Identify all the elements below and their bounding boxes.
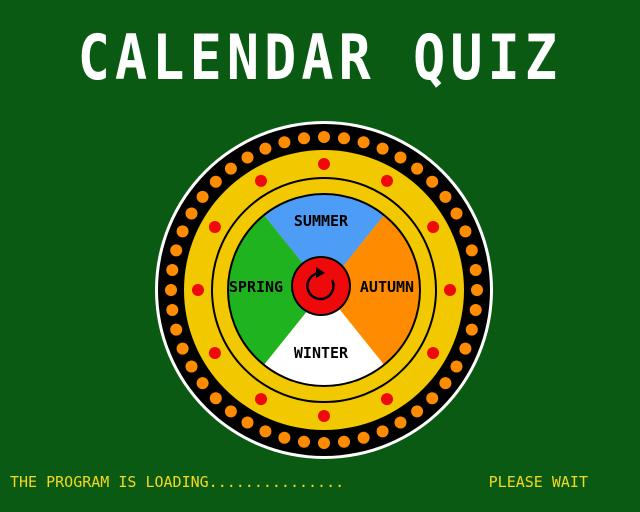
- red-dot: [318, 410, 330, 422]
- orange-bead: [241, 151, 254, 164]
- orange-bead: [196, 377, 209, 390]
- orange-bead: [411, 405, 424, 418]
- season-wheel: SUMMER AUTUMN WINTER SPRING: [155, 121, 493, 459]
- orange-bead: [394, 416, 407, 429]
- orange-bead: [426, 392, 439, 405]
- orange-bead: [170, 244, 183, 257]
- red-dot: [255, 393, 267, 406]
- orange-bead: [318, 131, 330, 143]
- orange-bead: [176, 342, 189, 355]
- orange-bead: [465, 244, 478, 257]
- orange-bead: [450, 360, 463, 373]
- orange-bead: [426, 175, 439, 188]
- label-winter: WINTER: [294, 344, 349, 362]
- orange-bead: [338, 132, 350, 145]
- orange-bead: [318, 437, 330, 449]
- orange-bead: [357, 136, 370, 149]
- orange-bead: [185, 360, 198, 373]
- orange-bead: [166, 264, 179, 276]
- orange-bead: [166, 304, 179, 316]
- orange-bead: [394, 151, 407, 164]
- red-dot: [427, 221, 440, 233]
- orange-bead: [259, 142, 272, 155]
- loading-status: THE PROGRAM IS LOADING...............: [10, 473, 345, 491]
- orange-bead: [241, 416, 254, 429]
- orange-bead: [469, 304, 482, 316]
- spin-button[interactable]: [291, 256, 351, 316]
- please-wait-message: PLEASE WAIT: [488, 473, 588, 491]
- red-dot: [427, 347, 440, 359]
- game-screen: CALENDAR QUIZ SUMMER AUTUMN WINTER SPRIN…: [0, 0, 640, 512]
- orange-bead: [196, 190, 209, 203]
- orange-bead: [411, 162, 424, 175]
- red-dot: [444, 284, 456, 296]
- orange-bead: [376, 425, 389, 438]
- orange-bead: [209, 392, 222, 405]
- orange-bead: [459, 342, 472, 355]
- label-autumn: AUTUMN: [360, 278, 414, 296]
- red-dot: [381, 174, 393, 187]
- orange-bead: [278, 431, 291, 444]
- orange-bead: [165, 284, 177, 296]
- red-dot: [381, 393, 393, 406]
- orange-bead: [176, 225, 189, 238]
- orange-bead: [459, 225, 472, 238]
- orange-bead: [439, 190, 452, 203]
- orange-bead: [465, 323, 478, 336]
- game-title: CALENDAR QUIZ: [77, 21, 563, 94]
- red-dot: [255, 174, 267, 187]
- orange-bead: [439, 377, 452, 390]
- orange-bead: [170, 323, 183, 336]
- orange-bead: [259, 425, 272, 438]
- red-dot: [208, 221, 221, 233]
- orange-bead: [357, 431, 370, 444]
- orange-bead: [298, 435, 310, 448]
- orange-bead: [278, 136, 291, 149]
- label-spring: SPRING: [229, 278, 283, 296]
- orange-bead: [469, 264, 482, 276]
- orange-bead: [450, 207, 463, 220]
- orange-bead: [376, 142, 389, 155]
- orange-bead: [298, 132, 310, 145]
- orange-bead: [209, 175, 222, 188]
- orange-bead: [224, 162, 237, 175]
- red-dot: [318, 158, 330, 170]
- label-summer: SUMMER: [294, 212, 349, 230]
- orange-bead: [338, 435, 350, 448]
- orange-bead: [224, 405, 237, 418]
- red-dot: [208, 347, 221, 359]
- orange-bead: [471, 284, 483, 296]
- orange-bead: [185, 207, 198, 220]
- red-dot: [192, 284, 204, 296]
